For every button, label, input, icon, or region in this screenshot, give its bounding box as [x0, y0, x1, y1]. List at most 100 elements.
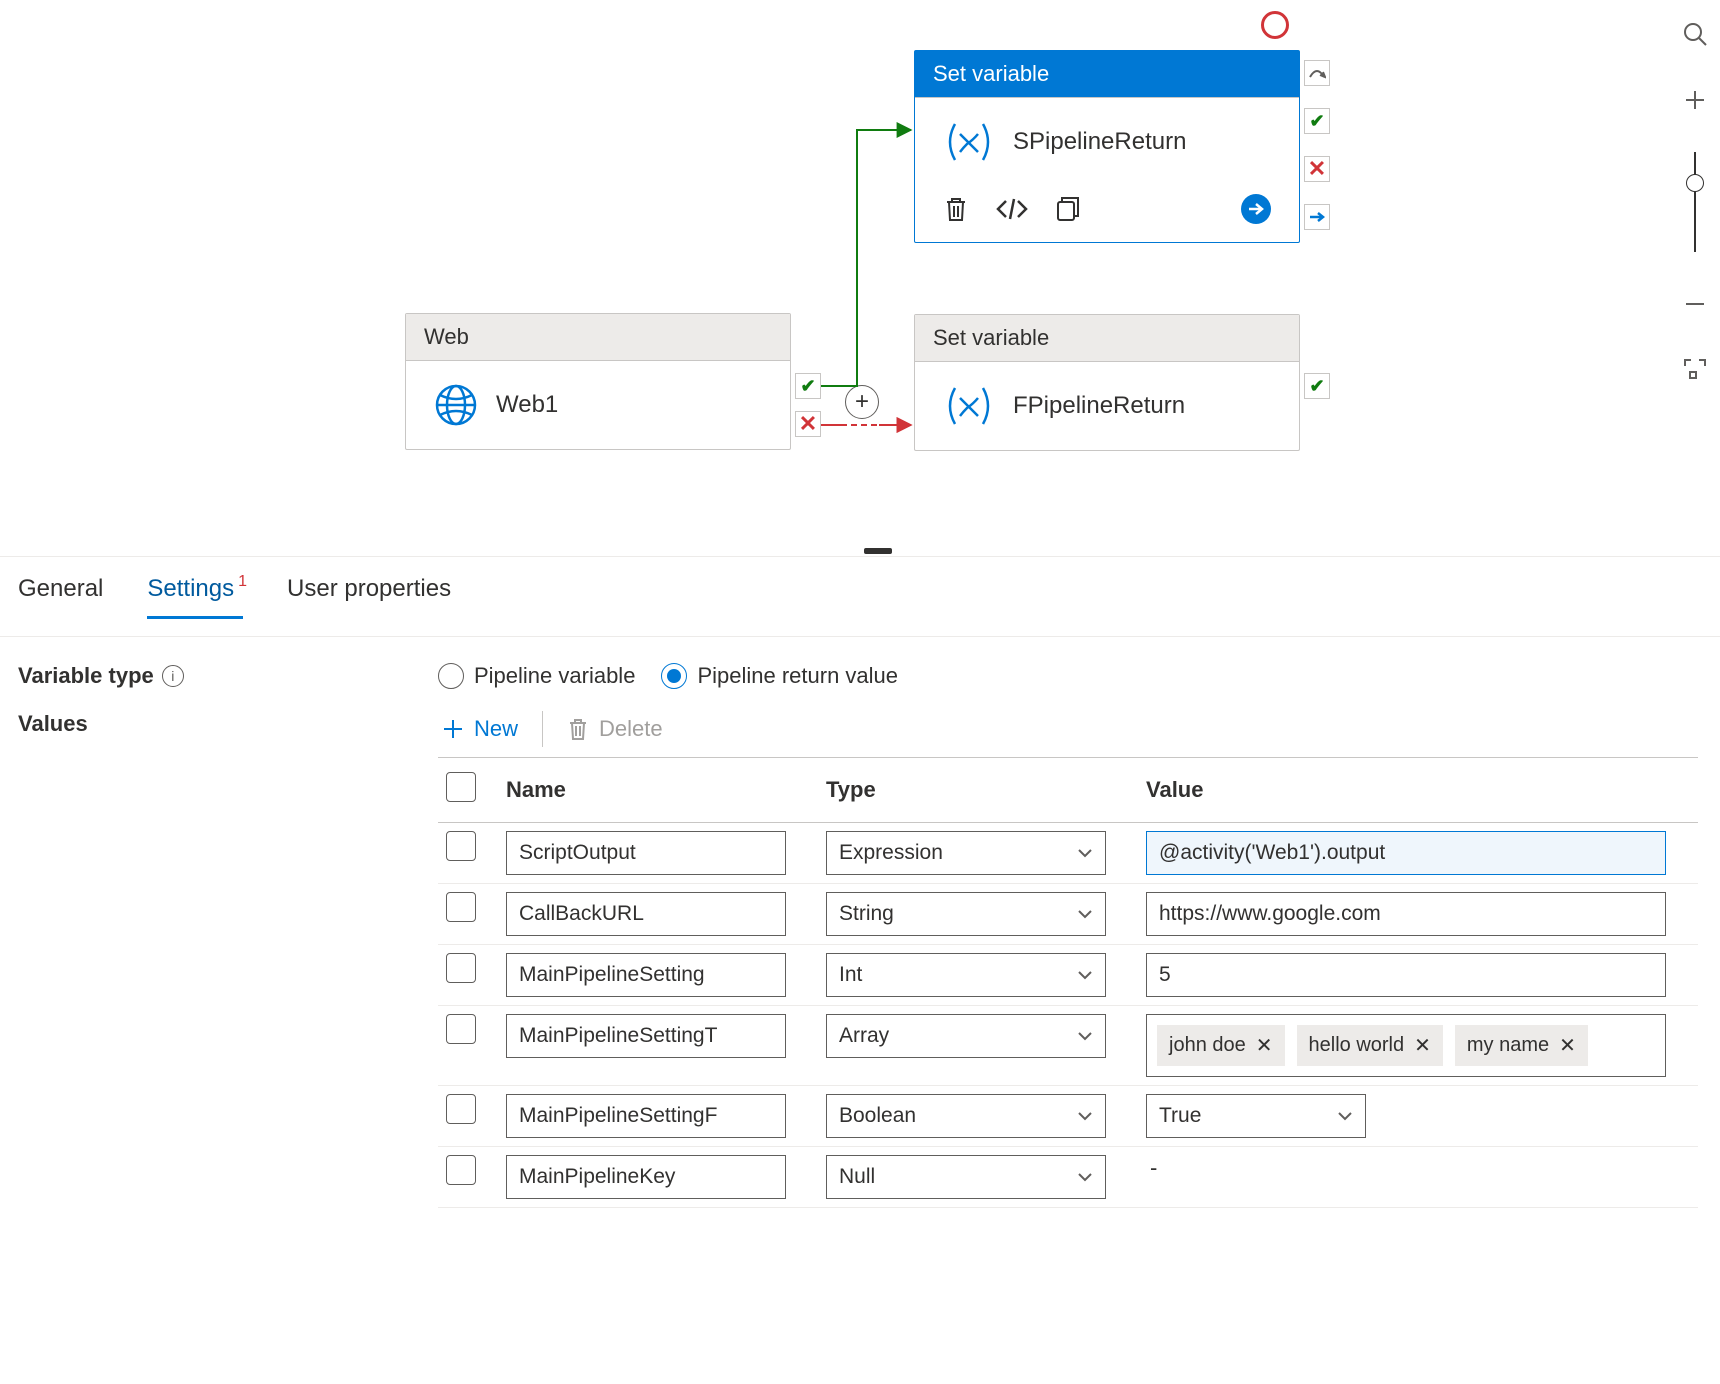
setvar-s-skip-port[interactable] — [1304, 60, 1330, 86]
radio-icon — [661, 663, 687, 689]
settings-badge: 1 — [238, 573, 247, 590]
chevron-down-icon — [1337, 1111, 1353, 1121]
col-type: Type — [818, 758, 1138, 823]
value-input[interactable] — [1146, 831, 1666, 875]
tag: my name✕ — [1455, 1025, 1588, 1066]
activity-setvar-s[interactable]: Set variable SPipelineReturn — [914, 50, 1300, 243]
globe-icon — [434, 383, 478, 427]
canvas-toolbar — [1670, 16, 1720, 388]
activity-web-name: Web1 — [496, 391, 558, 419]
add-activity-node[interactable]: + — [845, 385, 879, 419]
radio-icon — [438, 663, 464, 689]
table-row: Expression — [438, 823, 1698, 884]
name-input[interactable] — [506, 1155, 786, 1199]
type-select[interactable]: Expression — [826, 831, 1106, 875]
table-row: Int — [438, 945, 1698, 1006]
chevron-down-icon — [1077, 1172, 1093, 1182]
chevron-down-icon — [1077, 848, 1093, 858]
activity-web-header: Web — [406, 314, 790, 361]
select-all-checkbox[interactable] — [446, 772, 476, 802]
setvar-s-success-port[interactable]: ✔ — [1304, 108, 1330, 134]
variable-icon — [943, 120, 995, 164]
radio-pipeline-return-value[interactable]: Pipeline return value — [661, 663, 898, 689]
row-checkbox[interactable] — [446, 892, 476, 922]
variable-type-radios: Pipeline variable Pipeline return value — [438, 663, 898, 689]
type-select[interactable]: Array — [826, 1014, 1106, 1058]
value-tags[interactable]: john doe✕ hello world✕ my name✕ — [1146, 1014, 1666, 1077]
radio-pipeline-variable[interactable]: Pipeline variable — [438, 663, 635, 689]
panel-resize-handle[interactable] — [864, 548, 892, 554]
setvar-f-success-port[interactable]: ✔ — [1304, 373, 1330, 399]
value-null: - — [1146, 1155, 1157, 1180]
row-checkbox[interactable] — [446, 831, 476, 861]
col-name: Name — [498, 758, 818, 823]
type-select[interactable]: String — [826, 892, 1106, 936]
go-button[interactable] — [1241, 194, 1271, 224]
type-select[interactable]: Int — [826, 953, 1106, 997]
tabs: General Settings1 User properties — [0, 557, 1720, 637]
chevron-down-icon — [1077, 909, 1093, 919]
name-input[interactable] — [506, 892, 786, 936]
connector-failure — [821, 415, 915, 435]
table-row: String — [438, 884, 1698, 945]
name-input[interactable] — [506, 953, 786, 997]
web-failure-port[interactable]: ✕ — [795, 411, 821, 437]
new-button[interactable]: New — [438, 712, 522, 746]
remove-tag-icon[interactable]: ✕ — [1414, 1033, 1431, 1058]
zoom-in-icon[interactable] — [1677, 82, 1713, 118]
separator — [542, 711, 543, 747]
name-input[interactable] — [506, 1014, 786, 1058]
properties-panel: General Settings1 User properties Variab… — [0, 556, 1720, 1384]
variable-icon — [943, 384, 995, 428]
name-input[interactable] — [506, 831, 786, 875]
web-success-port[interactable]: ✔ — [795, 373, 821, 399]
values-table: Name Type Value Expression String Int Array… — [438, 757, 1698, 1208]
zoom-handle[interactable] — [1686, 174, 1704, 192]
activity-web[interactable]: Web Web1 — [405, 313, 791, 450]
tag: hello world✕ — [1297, 1025, 1443, 1066]
row-checkbox[interactable] — [446, 953, 476, 983]
variable-type-label: Variable type i — [18, 663, 438, 689]
tag: john doe✕ — [1157, 1025, 1285, 1066]
value-select[interactable]: True — [1146, 1094, 1366, 1138]
activity-setvar-f-header: Set variable — [915, 315, 1299, 362]
validation-error-indicator[interactable] — [1261, 11, 1289, 39]
zoom-out-icon[interactable] — [1677, 286, 1713, 322]
value-input[interactable] — [1146, 953, 1666, 997]
setvar-s-failure-port[interactable]: ✕ — [1304, 156, 1330, 182]
chevron-down-icon — [1077, 970, 1093, 980]
type-select[interactable]: Boolean — [826, 1094, 1106, 1138]
chevron-down-icon — [1077, 1031, 1093, 1041]
delete-button[interactable]: Delete — [563, 712, 667, 746]
trash-icon[interactable] — [943, 195, 969, 223]
setvar-s-completion-port[interactable] — [1304, 204, 1330, 230]
activity-setvar-s-name: SPipelineReturn — [1013, 128, 1186, 156]
value-input[interactable] — [1146, 892, 1666, 936]
row-checkbox[interactable] — [446, 1155, 476, 1185]
fit-icon[interactable] — [1677, 352, 1713, 388]
chevron-down-icon — [1077, 1111, 1093, 1121]
table-row: Array john doe✕ hello world✕ my name✕ — [438, 1006, 1698, 1086]
copy-icon[interactable] — [1055, 195, 1081, 223]
zoom-slider[interactable] — [1694, 152, 1696, 252]
tab-user-properties[interactable]: User properties — [287, 575, 451, 619]
table-row: Null - — [438, 1147, 1698, 1208]
row-checkbox[interactable] — [446, 1014, 476, 1044]
tab-general[interactable]: General — [18, 575, 103, 619]
activity-setvar-f-name: FPipelineReturn — [1013, 392, 1185, 420]
name-input[interactable] — [506, 1094, 786, 1138]
remove-tag-icon[interactable]: ✕ — [1256, 1033, 1273, 1058]
info-icon[interactable]: i — [162, 665, 184, 687]
code-icon[interactable] — [995, 197, 1029, 221]
values-label: Values — [18, 711, 438, 737]
search-icon[interactable] — [1677, 16, 1713, 52]
type-select[interactable]: Null — [826, 1155, 1106, 1199]
activity-setvar-f[interactable]: Set variable FPipelineReturn — [914, 314, 1300, 451]
pipeline-canvas[interactable]: Web Web1 ✔ ✕ Set variable SPipelineRetur… — [0, 0, 1720, 556]
row-checkbox[interactable] — [446, 1094, 476, 1124]
col-value: Value — [1138, 758, 1698, 823]
activity-setvar-s-header: Set variable — [915, 51, 1299, 98]
remove-tag-icon[interactable]: ✕ — [1559, 1033, 1576, 1058]
table-row: Boolean True — [438, 1086, 1698, 1147]
tab-settings[interactable]: Settings1 — [147, 575, 243, 619]
